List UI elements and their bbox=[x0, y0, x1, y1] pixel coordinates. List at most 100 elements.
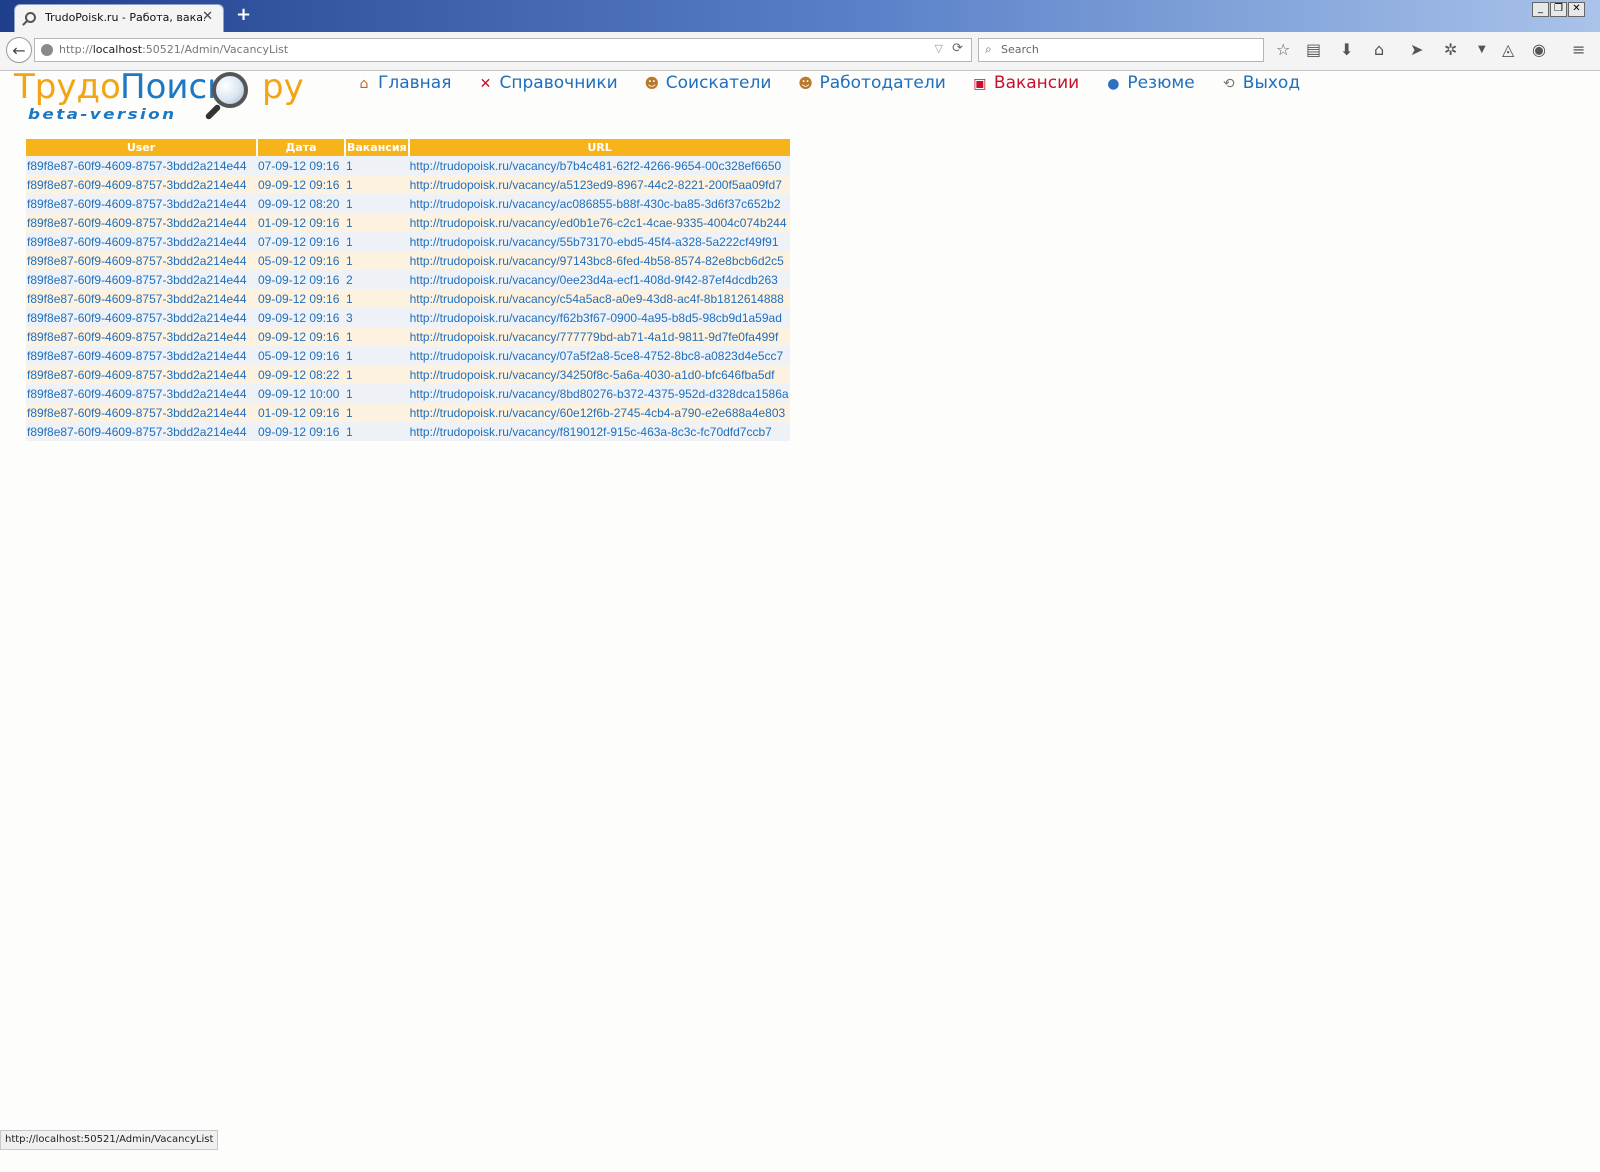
url-link[interactable]: http://trudopoisk.ru/vacancy/777779bd-ab… bbox=[408, 327, 790, 346]
search-favicon-icon bbox=[25, 12, 36, 23]
vacancy-cell[interactable]: 1 bbox=[345, 213, 409, 232]
menu-item-directories[interactable]: ✕ Справочники bbox=[477, 73, 618, 93]
url-link[interactable]: http://trudopoisk.ru/vacancy/0ee23d4a-ec… bbox=[408, 270, 790, 289]
site-logo[interactable]: Трудо Поиск ру beta-version bbox=[14, 67, 314, 127]
column-header-user[interactable]: User bbox=[26, 139, 258, 156]
date-cell[interactable]: 01-09-12 09:16 bbox=[257, 213, 345, 232]
column-header-date[interactable]: Дата bbox=[257, 139, 346, 156]
vacancy-cell[interactable]: 1 bbox=[345, 384, 409, 403]
user-cell[interactable]: f89f8e87-60f9-4609-8757-3bdd2a214e44 bbox=[26, 270, 257, 289]
url-link[interactable]: http://trudopoisk.ru/vacancy/f62b3f67-09… bbox=[408, 308, 790, 327]
user-cell[interactable]: f89f8e87-60f9-4609-8757-3bdd2a214e44 bbox=[26, 213, 257, 232]
menu-item-logout[interactable]: ⟲ Выход bbox=[1220, 73, 1300, 93]
vacancy-cell[interactable]: 1 bbox=[345, 365, 409, 384]
menu-item-employers[interactable]: ☻ Работодатели bbox=[797, 73, 946, 93]
home-icon[interactable]: ⌂ bbox=[1374, 40, 1384, 59]
user-cell[interactable]: f89f8e87-60f9-4609-8757-3bdd2a214e44 bbox=[26, 327, 257, 346]
url-link[interactable]: http://trudopoisk.ru/vacancy/ed0b1e76-c2… bbox=[408, 213, 790, 232]
user-cell[interactable]: f89f8e87-60f9-4609-8757-3bdd2a214e44 bbox=[26, 175, 257, 194]
search-input[interactable]: Search bbox=[1001, 43, 1039, 56]
user-cell[interactable]: f89f8e87-60f9-4609-8757-3bdd2a214e44 bbox=[26, 308, 257, 327]
date-cell[interactable]: 09-09-12 09:16 bbox=[257, 289, 345, 308]
menu-item-home[interactable]: ⌂ Главная bbox=[355, 73, 452, 93]
vacancy-cell[interactable]: 1 bbox=[345, 156, 409, 175]
vacancy-cell[interactable]: 3 bbox=[345, 308, 409, 327]
date-cell[interactable]: 09-09-12 10:00 bbox=[257, 384, 345, 403]
table-header-row: User Дата Вакансия URL bbox=[26, 139, 790, 156]
url-link[interactable]: http://trudopoisk.ru/vacancy/ac086855-b8… bbox=[408, 194, 790, 213]
table-row: f89f8e87-60f9-4609-8757-3bdd2a214e44 01-0… bbox=[26, 213, 790, 232]
url-link[interactable]: http://trudopoisk.ru/vacancy/b7b4c481-62… bbox=[408, 156, 790, 175]
url-link[interactable]: http://trudopoisk.ru/vacancy/a5123ed9-89… bbox=[408, 175, 790, 194]
dropdown-icon[interactable]: ▼ bbox=[1478, 44, 1486, 55]
date-cell[interactable]: 05-09-12 09:16 bbox=[257, 346, 345, 365]
url-link[interactable]: http://trudopoisk.ru/vacancy/55b73170-eb… bbox=[408, 232, 790, 251]
date-cell[interactable]: 07-09-12 09:16 bbox=[257, 156, 345, 175]
vacancy-cell[interactable]: 1 bbox=[345, 327, 409, 346]
new-tab-button[interactable]: + bbox=[236, 4, 251, 25]
send-icon[interactable]: ➤ bbox=[1410, 40, 1423, 59]
user-cell[interactable]: f89f8e87-60f9-4609-8757-3bdd2a214e44 bbox=[26, 403, 257, 422]
url-text[interactable]: http://localhost:50521/Admin/VacancyList bbox=[59, 43, 288, 56]
date-cell[interactable]: 09-09-12 08:22 bbox=[257, 365, 345, 384]
user-cell[interactable]: f89f8e87-60f9-4609-8757-3bdd2a214e44 bbox=[26, 422, 257, 441]
date-cell[interactable]: 05-09-12 09:16 bbox=[257, 251, 345, 270]
user-cell[interactable]: f89f8e87-60f9-4609-8757-3bdd2a214e44 bbox=[26, 232, 257, 251]
search-bar[interactable]: ⌕ Search bbox=[978, 38, 1264, 62]
menu-item-applicants[interactable]: ☻ Соискатели bbox=[643, 73, 771, 93]
history-icon[interactable]: ◉ bbox=[1532, 40, 1546, 59]
date-cell[interactable]: 09-09-12 09:16 bbox=[257, 175, 345, 194]
star-icon[interactable]: ☆ bbox=[1276, 40, 1290, 59]
minimize-button[interactable]: _ bbox=[1532, 2, 1549, 17]
history-dropdown-icon[interactable]: ▽ bbox=[935, 42, 943, 55]
column-header-url[interactable]: URL bbox=[408, 139, 790, 156]
reading-list-icon[interactable]: ▤ bbox=[1306, 40, 1321, 59]
date-cell[interactable]: 01-09-12 09:16 bbox=[257, 403, 345, 422]
restore-button[interactable]: ❐ bbox=[1550, 2, 1567, 17]
close-tab-icon[interactable]: ✕ bbox=[202, 9, 213, 24]
vacancy-cell[interactable]: 1 bbox=[345, 194, 409, 213]
menu-icon[interactable]: ≡ bbox=[1572, 40, 1585, 59]
menu-item-resume[interactable]: ● Резюме bbox=[1104, 73, 1194, 93]
date-cell[interactable]: 09-09-12 09:16 bbox=[257, 327, 345, 346]
vacancy-cell[interactable]: 2 bbox=[345, 270, 409, 289]
close-window-button[interactable]: ✕ bbox=[1568, 2, 1585, 17]
url-link[interactable]: http://trudopoisk.ru/vacancy/60e12f6b-27… bbox=[408, 403, 790, 422]
user-cell[interactable]: f89f8e87-60f9-4609-8757-3bdd2a214e44 bbox=[26, 156, 257, 175]
url-link[interactable]: http://trudopoisk.ru/vacancy/07a5f2a8-5c… bbox=[408, 346, 790, 365]
download-icon[interactable]: ⬇ bbox=[1340, 40, 1353, 59]
user-cell[interactable]: f89f8e87-60f9-4609-8757-3bdd2a214e44 bbox=[26, 384, 257, 403]
menu-item-vacancies[interactable]: ▣ Вакансии bbox=[971, 73, 1079, 93]
date-cell[interactable]: 09-09-12 09:16 bbox=[257, 270, 345, 289]
user-cell[interactable]: f89f8e87-60f9-4609-8757-3bdd2a214e44 bbox=[26, 251, 257, 270]
vacancy-cell[interactable]: 1 bbox=[345, 289, 409, 308]
url-bar[interactable]: http://localhost:50521/Admin/VacancyList… bbox=[34, 38, 972, 62]
extension-icon[interactable]: ✲ bbox=[1444, 40, 1457, 59]
vacancy-cell[interactable]: 1 bbox=[345, 422, 409, 441]
date-cell[interactable]: 09-09-12 08:20 bbox=[257, 194, 345, 213]
user-cell[interactable]: f89f8e87-60f9-4609-8757-3bdd2a214e44 bbox=[26, 194, 257, 213]
reload-icon[interactable]: ⟳ bbox=[952, 41, 963, 56]
vacancy-cell[interactable]: 1 bbox=[345, 346, 409, 365]
sync-icon[interactable]: ◬ bbox=[1502, 40, 1514, 59]
url-link[interactable]: http://trudopoisk.ru/vacancy/8bd80276-b3… bbox=[408, 384, 790, 403]
user-cell[interactable]: f89f8e87-60f9-4609-8757-3bdd2a214e44 bbox=[26, 289, 257, 308]
url-link[interactable]: http://trudopoisk.ru/vacancy/f819012f-91… bbox=[408, 422, 790, 441]
vacancy-cell[interactable]: 1 bbox=[345, 232, 409, 251]
vacancy-cell[interactable]: 1 bbox=[345, 403, 409, 422]
user-cell[interactable]: f89f8e87-60f9-4609-8757-3bdd2a214e44 bbox=[26, 365, 257, 384]
back-button[interactable]: ← bbox=[6, 37, 32, 63]
table-row: f89f8e87-60f9-4609-8757-3bdd2a214e44 09-0… bbox=[26, 422, 790, 441]
date-cell[interactable]: 09-09-12 09:16 bbox=[257, 422, 345, 441]
url-link[interactable]: http://trudopoisk.ru/vacancy/97143bc8-6f… bbox=[408, 251, 790, 270]
vacancy-cell[interactable]: 1 bbox=[345, 175, 409, 194]
table-body: f89f8e87-60f9-4609-8757-3bdd2a214e44 07-0… bbox=[26, 156, 790, 441]
user-cell[interactable]: f89f8e87-60f9-4609-8757-3bdd2a214e44 bbox=[26, 346, 257, 365]
url-link[interactable]: http://trudopoisk.ru/vacancy/34250f8c-5a… bbox=[408, 365, 790, 384]
date-cell[interactable]: 09-09-12 09:16 bbox=[257, 308, 345, 327]
column-header-vacancy[interactable]: Вакансия bbox=[345, 139, 410, 156]
date-cell[interactable]: 07-09-12 09:16 bbox=[257, 232, 345, 251]
url-link[interactable]: http://trudopoisk.ru/vacancy/c54a5ac8-a0… bbox=[408, 289, 790, 308]
vacancy-cell[interactable]: 1 bbox=[345, 251, 409, 270]
browser-tab[interactable]: TrudoPoisk.ru - Работа, вака... ✕ bbox=[14, 4, 224, 32]
